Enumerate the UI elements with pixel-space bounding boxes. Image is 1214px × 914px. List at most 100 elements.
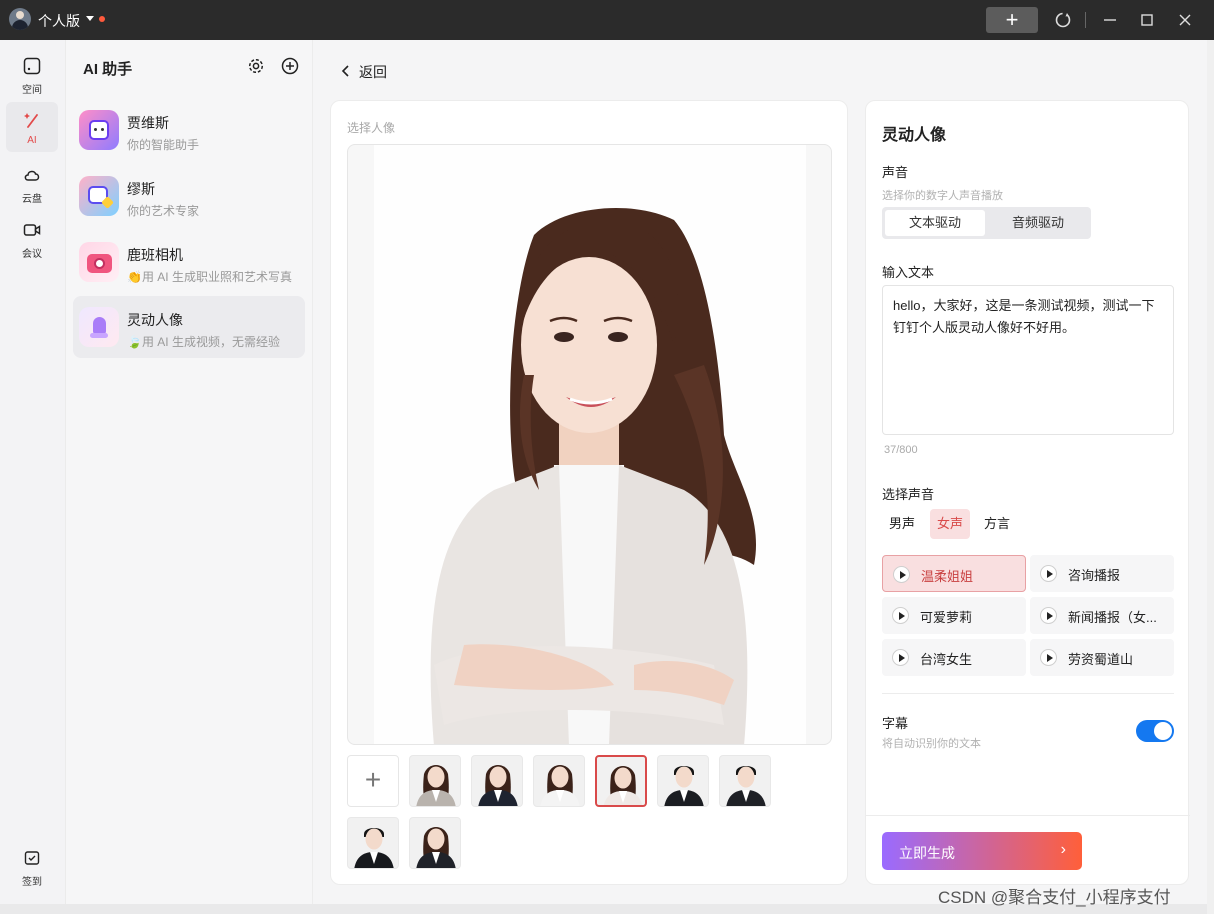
maximize-icon[interactable]	[1137, 10, 1157, 30]
divider	[866, 815, 1190, 816]
assistant-desc: 你的智能助手	[127, 138, 200, 152]
generate-label: 立即生成	[899, 845, 955, 861]
plus-icon: +	[364, 764, 382, 795]
play-icon[interactable]	[892, 649, 909, 666]
nav-item-cloud[interactable]: 云盘	[6, 157, 58, 207]
portrait-image	[430, 208, 757, 744]
assistant-name: 贾维斯	[127, 115, 169, 131]
play-icon[interactable]	[892, 607, 909, 624]
nav-rail: 空间 AI 云盘 会议 签到	[0, 40, 66, 904]
assistant-desc: 🍃用 AI 生成视频，无需经验	[127, 335, 280, 349]
chevron-down-icon[interactable]	[86, 16, 94, 21]
checkin-icon	[24, 851, 40, 865]
play-icon[interactable]	[893, 566, 910, 583]
nav-label: AI	[27, 135, 37, 146]
close-icon[interactable]	[1175, 10, 1195, 30]
assistant-name: 缪斯	[127, 181, 155, 197]
portrait-thumb-image	[416, 765, 456, 806]
tab-audio-drive[interactable]: 音频驱动	[988, 210, 1088, 236]
play-icon[interactable]	[1040, 649, 1057, 666]
select-voice-label: 选择声音	[882, 487, 935, 502]
portrait-thumbnail[interactable]	[657, 755, 709, 807]
voice-option[interactable]: 新闻播报（女...	[1030, 597, 1174, 634]
input-text-field[interactable]	[882, 285, 1174, 435]
portrait-preview	[347, 144, 832, 745]
camera-icon	[79, 242, 119, 282]
back-label: 返回	[359, 64, 387, 80]
play-icon[interactable]	[1040, 607, 1057, 624]
portrait-thumb-image	[664, 766, 704, 806]
voice-hint: 选择你的数字人声音播放	[882, 190, 1003, 202]
avatar[interactable]	[9, 8, 31, 30]
portrait-thumbnail[interactable]	[409, 817, 461, 869]
divider	[882, 693, 1174, 694]
nav-label: 云盘	[22, 194, 42, 205]
settings-card: 灵动人像 声音 选择你的数字人声音播放 文本驱动 音频驱动 输入文本 37/80…	[865, 100, 1190, 885]
char-counter: 37/800	[884, 444, 918, 456]
new-button[interactable]: +	[986, 7, 1038, 33]
nav-label: 会议	[22, 249, 42, 260]
tab-male-voice[interactable]: 男声	[882, 509, 922, 539]
voice-option[interactable]: 劳资蜀道山	[1030, 639, 1174, 676]
space-icon	[23, 57, 41, 75]
tab-female-voice[interactable]: 女声	[930, 509, 971, 539]
voice-option[interactable]: 温柔姐姐	[882, 555, 1026, 592]
voice-option[interactable]: 台湾女生	[882, 639, 1026, 676]
assistant-panel: AI 助手 贾维斯 你的智能助手 缪斯 你的艺术专家 鹿班相机 👏用 AI 生成…	[66, 40, 313, 904]
panel-title: AI 助手	[83, 61, 133, 78]
generate-button[interactable]: 立即生成 ›	[882, 832, 1082, 870]
chevron-left-icon	[341, 65, 349, 77]
window-edge	[1207, 40, 1214, 914]
minimize-icon[interactable]	[1100, 10, 1120, 30]
tab-text-drive[interactable]: 文本驱动	[885, 210, 985, 236]
subtitle-hint: 将自动识别你的文本	[882, 738, 981, 750]
portrait-thumbnail[interactable]	[347, 817, 399, 869]
portrait-thumb-image	[478, 765, 518, 806]
portrait-icon	[79, 307, 119, 347]
add-circle-icon[interactable]	[280, 56, 300, 76]
notification-dot	[99, 16, 105, 22]
gear-icon[interactable]	[246, 56, 266, 76]
voice-option[interactable]: 可爱萝莉	[882, 597, 1026, 634]
subtitle-toggle[interactable]	[1136, 720, 1174, 742]
portrait-thumbnail[interactable]	[595, 755, 647, 807]
portrait-thumbnail[interactable]	[471, 755, 523, 807]
portrait-thumbnail[interactable]	[409, 755, 461, 807]
title-bar: 个人版 +	[0, 0, 1214, 40]
robot-icon	[79, 110, 119, 150]
assistant-item-muse[interactable]: 缪斯 你的艺术专家	[73, 165, 305, 227]
portrait-thumb-image	[540, 765, 580, 806]
back-button[interactable]: 返回	[339, 62, 387, 82]
drive-mode-toggle: 文本驱动 音频驱动	[882, 207, 1091, 239]
portrait-thumbnail[interactable]	[533, 755, 585, 807]
voice-name: 劳资蜀道山	[1068, 652, 1134, 667]
video-camera-icon	[23, 224, 41, 236]
tab-dialect-voice[interactable]: 方言	[977, 509, 1017, 539]
portrait-card: 选择人像 +	[330, 100, 848, 885]
nav-item-checkin[interactable]: 签到	[6, 840, 58, 890]
subtitle-label: 字幕	[882, 716, 909, 731]
watermark: CSDN @聚合支付_小程序支付	[938, 888, 1171, 907]
input-text-label: 输入文本	[882, 265, 935, 280]
nav-item-ai[interactable]: AI	[6, 102, 58, 152]
assistant-item-camera[interactable]: 鹿班相机 👏用 AI 生成职业照和艺术写真	[73, 231, 305, 293]
assistant-item-jarvis[interactable]: 贾维斯 你的智能助手	[73, 99, 305, 161]
voice-option[interactable]: 咨询播报	[1030, 555, 1174, 592]
portrait-thumb-image	[726, 766, 766, 806]
account-name[interactable]: 个人版	[38, 11, 80, 31]
play-icon[interactable]	[1040, 565, 1057, 582]
plus-icon: +	[1005, 7, 1019, 32]
portrait-thumbnail[interactable]	[719, 755, 771, 807]
assistant-desc: 👏用 AI 生成职业照和艺术写真	[127, 270, 292, 284]
main-area: 返回 选择人像 + 灵动人像 声音 选择你的数字人声音播放 文本驱动 音频驱动 …	[313, 40, 1207, 904]
refresh-icon[interactable]	[1053, 10, 1073, 30]
add-portrait-button[interactable]: +	[347, 755, 399, 807]
assistant-item-portrait[interactable]: 灵动人像 🍃用 AI 生成视频，无需经验	[73, 296, 305, 358]
ai-wand-icon	[24, 113, 38, 128]
assistant-name: 灵动人像	[127, 312, 183, 328]
portrait-caption: 选择人像	[347, 121, 396, 135]
nav-item-space[interactable]: 空间	[6, 48, 58, 98]
assistant-desc: 你的艺术专家	[127, 204, 200, 218]
voice-name: 温柔姐姐	[921, 569, 974, 584]
nav-item-meeting[interactable]: 会议	[6, 212, 58, 262]
